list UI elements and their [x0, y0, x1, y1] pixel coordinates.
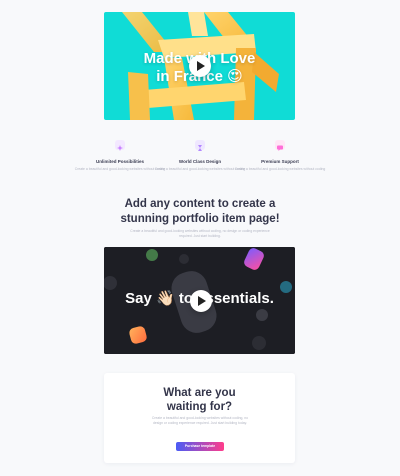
purchase-button[interactable]: Purchase template	[176, 442, 224, 451]
chat-icon	[275, 140, 285, 151]
cta-card: What are you waiting for? Create a beaut…	[104, 373, 295, 463]
headline-line2: stunning portfolio item page!	[120, 213, 280, 225]
hero-video[interactable]: Made with Love in France 😍	[104, 12, 295, 120]
cta-title-line1: What are you	[163, 387, 236, 399]
portfolio-page: Made with Love in France 😍 Unlimited Pos…	[0, 0, 400, 476]
cta-title: What are you waiting for?	[104, 386, 295, 414]
play-icon[interactable]	[190, 290, 212, 312]
cta-description: Create a beautiful and good-looking webs…	[151, 416, 249, 425]
section-subtext: Create a beautiful and good-looking webs…	[130, 229, 270, 238]
feature-unlimited-possibilities: Unlimited Possibilities Create a beautif…	[74, 140, 166, 171]
feature-desc: Create a beautiful and good-looking webs…	[234, 167, 326, 171]
feature-desc: Create a beautiful and good-looking webs…	[154, 167, 246, 171]
feature-desc: Create a beautiful and good-looking webs…	[74, 167, 166, 171]
feature-title: Unlimited Possibilities	[95, 159, 144, 164]
sparkle-icon	[115, 140, 125, 151]
cta-title-line2: waiting for?	[166, 401, 233, 413]
essentials-video[interactable]: Say 👋🏻 to essentials.	[104, 247, 295, 354]
feature-premium-support: Premium Support Create a beautiful and g…	[234, 140, 326, 171]
play-icon[interactable]	[189, 55, 211, 77]
feature-title: Premium Support	[261, 159, 299, 164]
headline-line1: Add any content to create a	[124, 198, 276, 210]
section-headline: Add any content to create a stunning por…	[100, 197, 300, 227]
feature-title: World Class Design	[178, 159, 222, 164]
feature-world-class-design: World Class Design Create a beautiful an…	[154, 140, 246, 171]
hourglass-icon	[195, 140, 205, 151]
